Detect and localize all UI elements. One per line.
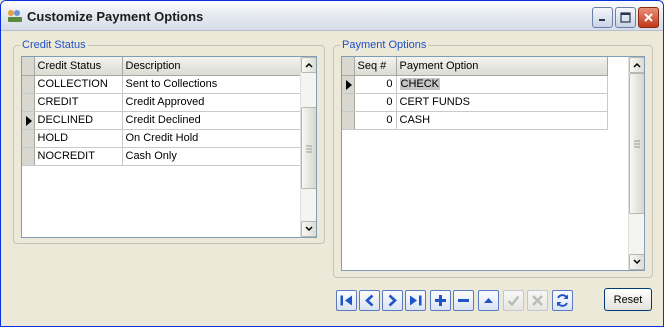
table-row[interactable]: 0 CASH bbox=[342, 111, 608, 130]
delete-record-button[interactable] bbox=[453, 290, 474, 311]
chevron-up-icon bbox=[305, 62, 313, 68]
customize-payment-options-window: Customize Payment Options Credit Status … bbox=[0, 0, 664, 327]
first-record-button[interactable] bbox=[336, 290, 357, 311]
credit-status-scrollbar[interactable] bbox=[300, 57, 316, 237]
table-row[interactable]: CREDIT Credit Approved bbox=[22, 93, 302, 112]
row-indicator[interactable] bbox=[22, 129, 35, 148]
description-cell[interactable]: On Credit Hold bbox=[122, 129, 302, 148]
window-title: Customize Payment Options bbox=[27, 9, 204, 24]
maximize-icon bbox=[620, 12, 631, 23]
minimize-button[interactable] bbox=[592, 7, 613, 28]
payment-option-cell[interactable]: CERT FUNDS bbox=[396, 93, 608, 112]
insert-record-button[interactable] bbox=[430, 290, 451, 311]
row-indicator[interactable] bbox=[342, 93, 355, 112]
chevron-down-icon bbox=[633, 259, 641, 265]
table-row[interactable]: 0 CERT FUNDS bbox=[342, 93, 608, 112]
scroll-down-button[interactable] bbox=[301, 221, 316, 237]
current-row-arrow-icon bbox=[26, 115, 32, 126]
payment-options-scrollbar[interactable] bbox=[628, 57, 644, 270]
column-header-payment-option[interactable]: Payment Option bbox=[396, 57, 608, 76]
prior-record-icon bbox=[365, 294, 374, 307]
next-record-button[interactable] bbox=[382, 290, 403, 311]
delete-icon bbox=[458, 299, 469, 302]
payment-option-cell[interactable]: CASH bbox=[396, 111, 608, 130]
title-bar[interactable]: Customize Payment Options bbox=[1, 1, 663, 31]
scroll-up-button[interactable] bbox=[301, 57, 316, 73]
last-record-icon bbox=[410, 295, 422, 306]
selected-cell-text: CHECK bbox=[399, 78, 441, 90]
description-cell[interactable]: Cash Only bbox=[122, 147, 302, 166]
row-indicator-header bbox=[22, 57, 35, 76]
maximize-button[interactable] bbox=[615, 7, 636, 28]
credit-status-header-row: Credit Status Description bbox=[22, 57, 302, 76]
credit-status-cell[interactable]: NOCREDIT bbox=[34, 147, 123, 166]
seq-cell[interactable]: 0 bbox=[354, 93, 397, 112]
close-icon bbox=[644, 13, 653, 22]
payment-options-group-label: Payment Options bbox=[340, 39, 429, 51]
row-indicator[interactable] bbox=[22, 147, 35, 166]
post-edit-button[interactable] bbox=[503, 290, 524, 311]
next-record-icon bbox=[388, 294, 397, 307]
grip-icon bbox=[634, 140, 640, 148]
credit-status-cell[interactable]: DECLINED bbox=[34, 111, 123, 130]
chevron-up-icon bbox=[633, 62, 641, 68]
current-row-arrow-icon bbox=[346, 79, 352, 90]
credit-status-grid[interactable]: Credit Status Description COLLECTION Sen… bbox=[21, 56, 317, 238]
scroll-up-button[interactable] bbox=[629, 57, 644, 73]
description-cell[interactable]: Sent to Collections bbox=[122, 75, 302, 94]
row-indicator[interactable] bbox=[22, 93, 35, 112]
cancel-icon bbox=[532, 295, 543, 306]
row-indicator[interactable] bbox=[22, 75, 35, 94]
row-indicator[interactable] bbox=[22, 111, 35, 130]
row-indicator[interactable] bbox=[342, 111, 355, 130]
grip-icon bbox=[306, 145, 312, 153]
table-row[interactable]: COLLECTION Sent to Collections bbox=[22, 75, 302, 94]
seq-cell[interactable]: 0 bbox=[354, 75, 397, 94]
table-row[interactable]: HOLD On Credit Hold bbox=[22, 129, 302, 148]
last-record-button[interactable] bbox=[405, 290, 426, 311]
refresh-button[interactable] bbox=[552, 290, 573, 311]
post-icon bbox=[507, 295, 520, 307]
row-indicator-header bbox=[342, 57, 355, 76]
minimize-icon bbox=[599, 19, 605, 21]
scroll-thumb[interactable] bbox=[629, 73, 644, 214]
description-cell[interactable]: Credit Approved bbox=[122, 93, 302, 112]
edit-record-button[interactable] bbox=[478, 290, 499, 311]
table-row[interactable]: 0 CHECK bbox=[342, 75, 608, 94]
edit-icon bbox=[484, 298, 493, 303]
payment-options-header-row: Seq # Payment Option bbox=[342, 57, 608, 76]
column-header-seq[interactable]: Seq # bbox=[354, 57, 397, 76]
row-indicator[interactable] bbox=[342, 75, 355, 94]
column-header-description[interactable]: Description bbox=[122, 57, 302, 76]
credit-status-cell[interactable]: CREDIT bbox=[34, 93, 123, 112]
table-row[interactable]: DECLINED Credit Declined bbox=[22, 111, 302, 130]
description-cell[interactable]: Credit Declined bbox=[122, 111, 302, 130]
column-header-credit-status[interactable]: Credit Status bbox=[34, 57, 123, 76]
close-button[interactable] bbox=[638, 7, 659, 28]
scroll-thumb[interactable] bbox=[301, 107, 316, 189]
scroll-down-button[interactable] bbox=[629, 254, 644, 270]
table-row[interactable]: NOCREDIT Cash Only bbox=[22, 147, 302, 166]
app-icon bbox=[7, 9, 23, 23]
chevron-down-icon bbox=[305, 226, 313, 232]
credit-status-cell[interactable]: HOLD bbox=[34, 129, 123, 148]
prior-record-button[interactable] bbox=[359, 290, 380, 311]
reset-button[interactable]: Reset bbox=[604, 288, 652, 311]
credit-status-cell[interactable]: COLLECTION bbox=[34, 75, 123, 94]
insert-icon bbox=[435, 295, 446, 306]
cancel-edit-button[interactable] bbox=[527, 290, 548, 311]
seq-cell[interactable]: 0 bbox=[354, 111, 397, 130]
credit-status-group-label: Credit Status bbox=[20, 39, 88, 51]
refresh-icon bbox=[557, 294, 568, 307]
payment-options-grid[interactable]: Seq # Payment Option 0 CHECK 0 CERT FUND… bbox=[341, 56, 645, 271]
first-record-icon bbox=[340, 295, 352, 306]
payment-option-cell-selected[interactable]: CHECK bbox=[396, 75, 608, 94]
